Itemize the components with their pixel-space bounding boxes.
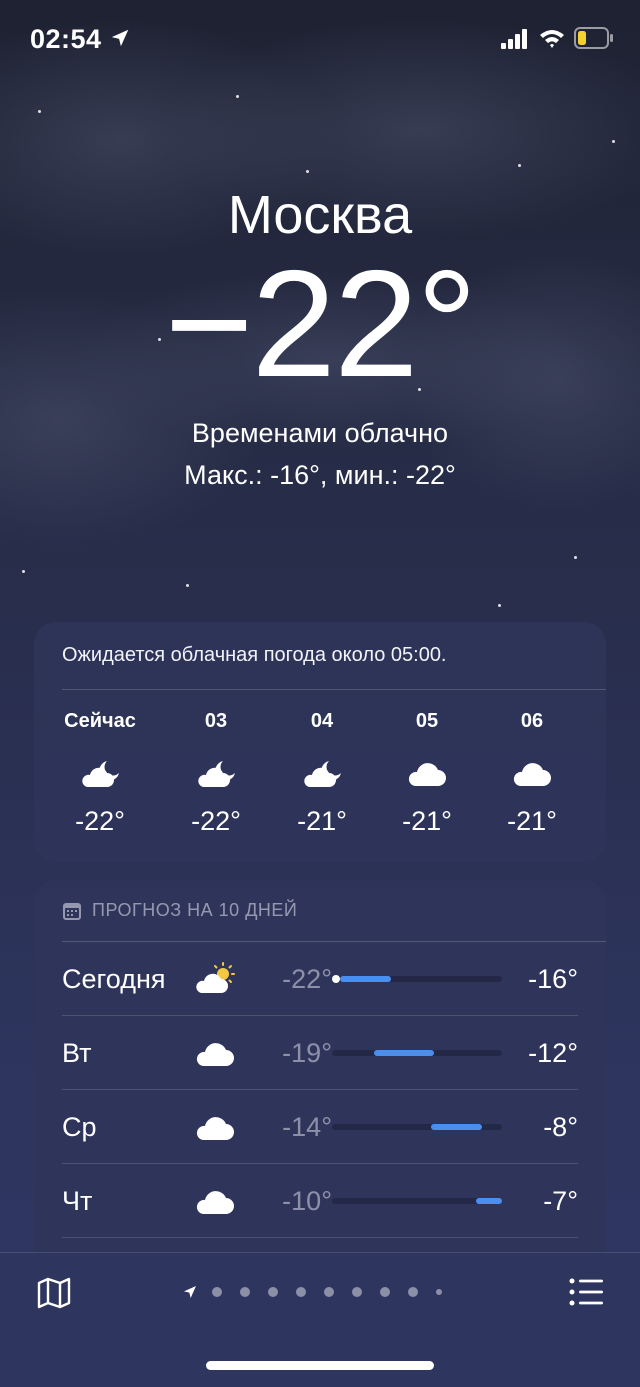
day-label: Вт xyxy=(62,1038,92,1068)
hour-temp: -21° xyxy=(402,806,452,836)
day-high-temp: -8° xyxy=(543,1112,578,1142)
cloud-icon xyxy=(513,763,551,786)
cloud-icon xyxy=(196,1043,234,1066)
hour-label: 04 xyxy=(310,710,334,732)
page-dot[interactable] xyxy=(408,1287,418,1297)
page-dot[interactable] xyxy=(296,1287,306,1297)
day-label: Чт xyxy=(62,1186,93,1216)
current-temp-dot xyxy=(332,975,340,983)
day-row[interactable]: Ср -14° -8° xyxy=(62,1090,578,1164)
page-dot[interactable] xyxy=(324,1287,334,1297)
bottom-toolbar xyxy=(0,1252,640,1387)
day-row[interactable]: Вт -19° -12° xyxy=(62,1016,578,1090)
temp-range-fill xyxy=(476,1198,502,1204)
temp-range-bar xyxy=(332,1198,502,1204)
hour-label: 03 xyxy=(204,710,228,732)
row-divider xyxy=(62,1237,578,1238)
star xyxy=(22,570,25,573)
battery-low-icon xyxy=(574,27,613,49)
page-dot[interactable] xyxy=(268,1287,278,1297)
current-temperature: −22° xyxy=(164,239,478,409)
hourly-item: 05 -21° xyxy=(377,710,477,837)
status-time: 02:54 xyxy=(30,24,102,54)
page-dot[interactable] xyxy=(212,1287,222,1297)
hour-label: 05 xyxy=(415,710,439,732)
hourly-item: 04 -21° xyxy=(272,710,372,837)
list-icon[interactable] xyxy=(568,1277,604,1307)
star xyxy=(186,584,189,587)
ten-day-forecast-card[interactable]: ПРОГНОЗ НА 10 ДНЕЙ Сегодня -22° -16° Вт … xyxy=(34,880,606,1280)
page-dot[interactable] xyxy=(352,1287,362,1297)
hi-lo-temperature: Макс.: -16°, мин.: -22° xyxy=(184,460,456,490)
star xyxy=(574,556,577,559)
location-arrow-icon xyxy=(111,29,129,47)
temp-range-bar xyxy=(332,1050,502,1056)
hourly-forecast-card[interactable]: Ожидается облачная погода около 05:00. С… xyxy=(34,622,606,862)
star xyxy=(612,140,615,143)
hourly-item: Сейчас -22° xyxy=(50,710,150,837)
day-low-temp: -14° xyxy=(282,1112,332,1142)
star xyxy=(38,110,41,113)
cloud-icon xyxy=(408,763,446,786)
hour-temp: -22° xyxy=(75,806,125,836)
hour-temp: -22° xyxy=(191,806,241,836)
day-row[interactable]: Чт -10° -7° xyxy=(62,1164,578,1238)
hour-temp: -21° xyxy=(297,806,347,836)
star xyxy=(306,170,309,173)
temp-range-bar xyxy=(332,975,502,983)
map-icon[interactable] xyxy=(36,1275,72,1311)
page-dot[interactable] xyxy=(380,1287,390,1297)
day-low-temp: -19° xyxy=(282,1038,332,1068)
temp-range-fill xyxy=(430,1124,482,1130)
home-indicator[interactable] xyxy=(206,1361,434,1370)
day-label: Ср xyxy=(62,1112,97,1142)
day-low-temp: -22° xyxy=(282,964,332,994)
cloud-moon-icon xyxy=(82,761,119,787)
day-high-temp: -7° xyxy=(543,1186,578,1216)
ten-day-title: ПРОГНОЗ НА 10 ДНЕЙ xyxy=(92,900,298,920)
day-high-temp: -12° xyxy=(528,1038,578,1068)
hour-temp: -21° xyxy=(507,806,557,836)
temp-range-fill xyxy=(340,976,391,982)
current-condition: Временами облачно xyxy=(191,418,449,448)
temp-range-fill xyxy=(374,1050,434,1056)
hour-label: 06 xyxy=(520,710,544,732)
cloud-icon xyxy=(196,1191,234,1214)
day-high-temp: -16° xyxy=(528,964,578,994)
divider xyxy=(62,689,606,690)
hour-label: Сейчас xyxy=(64,710,136,732)
temp-range-bar xyxy=(332,1124,502,1130)
wifi-icon xyxy=(540,30,564,48)
signal-bars-icon xyxy=(501,29,527,49)
star xyxy=(236,95,239,98)
cloud-moon-icon xyxy=(198,761,235,787)
hourly-item: 06 -21° xyxy=(482,710,582,837)
day-label: Сегодня xyxy=(62,964,166,994)
day-row[interactable]: Сегодня -22° -16° xyxy=(62,942,578,1016)
day-low-temp: -10° xyxy=(282,1186,332,1216)
cloud-icon xyxy=(196,1117,234,1140)
status-bar: 02:54 xyxy=(0,0,640,80)
page-indicator[interactable] xyxy=(182,1283,460,1301)
city-name: Москва xyxy=(227,185,413,245)
ten-day-header: ПРОГНОЗ НА 10 ДНЕЙ xyxy=(62,900,297,921)
location-arrow-icon[interactable] xyxy=(182,1284,198,1300)
cloud-sun-icon xyxy=(196,962,235,993)
page-dot[interactable] xyxy=(436,1289,442,1295)
hourly-item: 03 -22° xyxy=(166,710,266,837)
hourly-summary: Ожидается облачная погода около 05:00. xyxy=(62,644,447,666)
cloud-moon-icon xyxy=(304,761,341,787)
star xyxy=(498,604,501,607)
star xyxy=(518,164,521,167)
page-dot[interactable] xyxy=(240,1287,250,1297)
calendar-icon xyxy=(63,902,81,920)
